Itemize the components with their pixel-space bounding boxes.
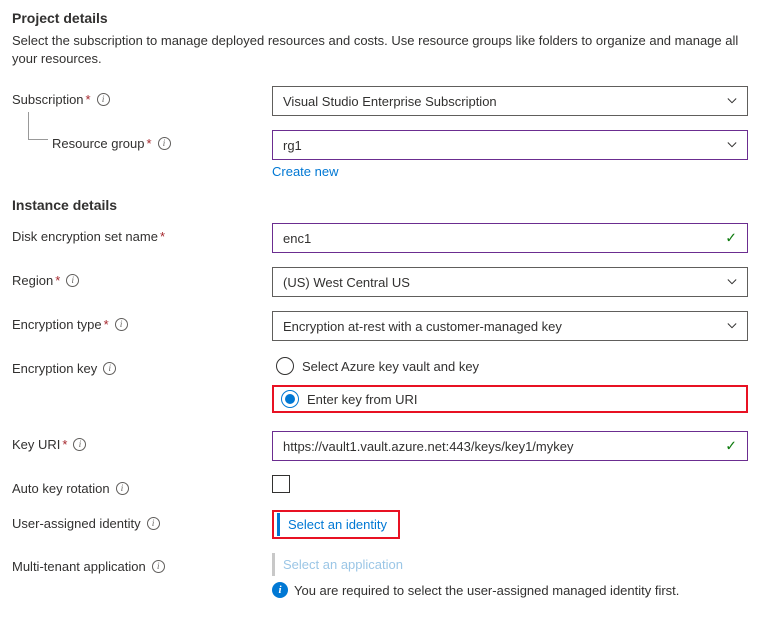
required-asterisk: *	[160, 229, 165, 244]
check-icon: ✓	[725, 438, 737, 455]
info-icon[interactable]: i	[116, 482, 129, 495]
radio-keyvault[interactable]: Select Azure key vault and key	[272, 355, 748, 377]
resource-group-label: Resource group	[52, 136, 145, 151]
check-icon: ✓	[725, 230, 737, 247]
key-uri-input[interactable]: https://vault1.vault.azure.net:443/keys/…	[272, 431, 748, 461]
resource-group-select[interactable]: rg1	[272, 130, 748, 160]
info-icon[interactable]: i	[152, 560, 165, 573]
key-uri-value: https://vault1.vault.azure.net:443/keys/…	[283, 439, 573, 454]
multitenant-label: Multi-tenant application	[12, 559, 146, 574]
enc-type-value: Encryption at-rest with a customer-manag…	[283, 319, 562, 334]
radio-uri[interactable]: Enter key from URI	[277, 388, 422, 410]
radio-icon	[276, 357, 294, 375]
region-value: (US) West Central US	[283, 275, 410, 290]
select-application-link: Select an application	[272, 553, 411, 576]
create-new-link[interactable]: Create new	[272, 164, 338, 179]
auto-rotation-checkbox[interactable]	[272, 475, 290, 493]
indent-line	[28, 112, 48, 140]
subscription-select[interactable]: Visual Studio Enterprise Subscription	[272, 86, 748, 116]
highlight-box: Enter key from URI	[272, 385, 748, 413]
multitenant-info: You are required to select the user-assi…	[294, 583, 679, 598]
highlight-box: Select an identity	[272, 510, 400, 539]
info-icon[interactable]: i	[158, 137, 171, 150]
chevron-down-icon	[727, 140, 737, 150]
select-identity-link[interactable]: Select an identity	[277, 513, 395, 536]
project-details-desc: Select the subscription to manage deploy…	[12, 32, 748, 68]
radio-uri-label: Enter key from URI	[307, 392, 418, 407]
info-icon[interactable]: i	[66, 274, 79, 287]
chevron-down-icon	[727, 96, 737, 106]
name-label: Disk encryption set name	[12, 229, 158, 244]
info-icon[interactable]: i	[103, 362, 116, 375]
enc-type-select[interactable]: Encryption at-rest with a customer-manag…	[272, 311, 748, 341]
info-icon[interactable]: i	[115, 318, 128, 331]
chevron-down-icon	[727, 321, 737, 331]
required-asterisk: *	[62, 437, 67, 452]
required-asterisk: *	[86, 92, 91, 107]
required-asterisk: *	[55, 273, 60, 288]
radio-keyvault-label: Select Azure key vault and key	[302, 359, 479, 374]
subscription-value: Visual Studio Enterprise Subscription	[283, 94, 497, 109]
radio-icon	[281, 390, 299, 408]
name-value: enc1	[283, 231, 311, 246]
info-icon: i	[272, 582, 288, 598]
resource-group-value: rg1	[283, 138, 302, 153]
info-icon[interactable]: i	[147, 517, 160, 530]
enc-type-label: Encryption type	[12, 317, 102, 332]
info-icon[interactable]: i	[73, 438, 86, 451]
required-asterisk: *	[104, 317, 109, 332]
project-details-title: Project details	[12, 10, 748, 26]
region-select[interactable]: (US) West Central US	[272, 267, 748, 297]
instance-details-title: Instance details	[12, 197, 748, 213]
name-input[interactable]: enc1 ✓	[272, 223, 748, 253]
subscription-label: Subscription	[12, 92, 84, 107]
auto-rotation-label: Auto key rotation	[12, 481, 110, 496]
key-uri-label: Key URI	[12, 437, 60, 452]
info-icon[interactable]: i	[97, 93, 110, 106]
enc-key-label: Encryption key	[12, 361, 97, 376]
region-label: Region	[12, 273, 53, 288]
identity-label: User-assigned identity	[12, 516, 141, 531]
required-asterisk: *	[147, 136, 152, 151]
chevron-down-icon	[727, 277, 737, 287]
